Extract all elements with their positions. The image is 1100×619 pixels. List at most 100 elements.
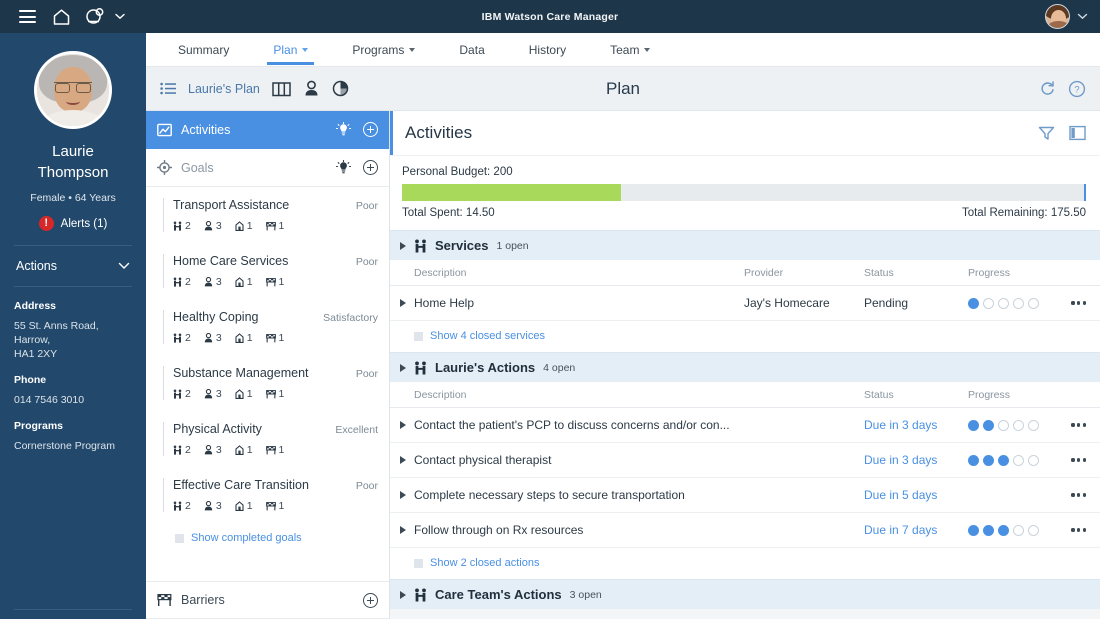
group-header-care-teams-actions[interactable]: Care Team's Actions 3 open	[390, 579, 1100, 609]
filter-icon[interactable]	[1038, 125, 1055, 142]
progress-dot[interactable]	[998, 524, 1009, 536]
row-menu-button[interactable]	[1060, 423, 1086, 427]
show-completed-goals-link[interactable]: Show completed goals	[146, 523, 389, 556]
progress-dot[interactable]	[1028, 419, 1039, 431]
status-badge[interactable]: Due in 3 days	[864, 453, 968, 467]
list-item[interactable]: Home Care Services Poor 2 3 1 1	[146, 243, 389, 299]
progress-dot[interactable]	[1028, 454, 1039, 466]
list-item[interactable]: Substance Management Poor 2 3 1 1	[146, 355, 389, 411]
people-group-icon	[414, 239, 427, 253]
tab-plan[interactable]: Plan	[251, 33, 330, 66]
refresh-icon[interactable]	[1039, 80, 1056, 97]
sidebar-item-activities[interactable]: Activities	[146, 111, 389, 149]
status-badge[interactable]: Due in 5 days	[864, 488, 968, 502]
progress-dot[interactable]	[983, 454, 994, 466]
progress-dot[interactable]	[1013, 419, 1024, 431]
tab-programs[interactable]: Programs	[330, 33, 437, 66]
add-barrier-button[interactable]	[363, 592, 378, 608]
add-activity-button[interactable]	[363, 122, 378, 137]
progress-dot[interactable]	[983, 297, 994, 309]
progress-dot[interactable]	[983, 524, 994, 536]
sidebar-item-goals[interactable]: Goals	[146, 149, 389, 187]
chevron-down-icon	[1077, 13, 1087, 20]
insight-bulb-icon[interactable]	[336, 160, 351, 175]
group-header-lauries-actions[interactable]: Laurie's Actions 4 open	[390, 352, 1100, 382]
app-switcher-caret-button[interactable]	[112, 0, 128, 33]
goal-count-services: 1	[235, 220, 253, 232]
status-badge[interactable]: Due in 3 days	[864, 418, 968, 432]
tab-team[interactable]: Team	[588, 33, 672, 66]
table-row[interactable]: Complete necessary steps to secure trans…	[390, 478, 1100, 513]
home-button[interactable]	[44, 0, 78, 33]
chevron-right-icon[interactable]	[400, 299, 406, 307]
progress-dots[interactable]	[968, 524, 1060, 536]
group-name: Care Team's Actions	[435, 587, 562, 602]
budget-progress-fill	[402, 184, 621, 201]
actions-dropdown[interactable]: Actions	[14, 246, 132, 286]
chevron-right-icon[interactable]	[400, 491, 406, 499]
plan-name-link[interactable]: Laurie's Plan	[188, 82, 260, 96]
client-name-first: Laurie	[52, 143, 94, 160]
chevron-right-icon[interactable]	[400, 456, 406, 464]
table-row[interactable]: Contact the patient's PCP to discuss con…	[390, 408, 1100, 443]
progress-dot[interactable]	[998, 297, 1009, 309]
list-item[interactable]: Transport Assistance Poor 2 3 1 1	[146, 187, 389, 243]
progress-dot[interactable]	[968, 454, 979, 466]
progress-dot[interactable]	[1013, 297, 1024, 309]
cell-progress	[968, 297, 1060, 309]
progress-dot[interactable]	[968, 297, 979, 309]
row-menu-button[interactable]	[1060, 493, 1086, 497]
progress-dot[interactable]	[1028, 524, 1039, 536]
user-menu-caret-button[interactable]	[1074, 0, 1090, 33]
progress-dot[interactable]	[968, 524, 979, 536]
show-closed-actions-link[interactable]: Show 2 closed actions	[390, 548, 1100, 579]
add-goal-button[interactable]	[363, 160, 378, 175]
list-item[interactable]: Effective Care Transition Poor 2 3 1 1	[146, 467, 389, 523]
group-header-services[interactable]: Services 1 open	[390, 230, 1100, 260]
row-menu-button[interactable]	[1060, 301, 1086, 305]
progress-dot[interactable]	[998, 454, 1009, 466]
side-panel-icon[interactable]	[1069, 125, 1086, 141]
table-row[interactable]: Contact physical therapist Due in 3 days	[390, 443, 1100, 478]
chevron-right-icon[interactable]	[400, 421, 406, 429]
goal-count-actions: 2	[173, 276, 191, 288]
table-row[interactable]: Home Help Jay's Homecare Pending	[390, 286, 1100, 321]
tab-data[interactable]: Data	[437, 33, 506, 66]
person-view-icon[interactable]	[303, 80, 320, 97]
sidebar-item-barriers[interactable]: Barriers	[146, 581, 389, 619]
care-manager-app-button[interactable]	[78, 0, 112, 33]
columns-view-icon[interactable]	[272, 81, 291, 97]
progress-dots[interactable]	[968, 419, 1060, 431]
progress-dot[interactable]	[1028, 297, 1039, 309]
show-closed-services-link[interactable]: Show 4 closed services	[390, 321, 1100, 352]
list-icon[interactable]	[160, 82, 176, 95]
progress-dot[interactable]	[1013, 524, 1024, 536]
hamburger-menu-button[interactable]	[10, 0, 44, 33]
chevron-right-icon[interactable]	[400, 526, 406, 534]
pie-chart-view-icon[interactable]	[332, 80, 349, 97]
progress-dot[interactable]	[968, 419, 979, 431]
list-item[interactable]: Healthy Coping Satisfactory 2 3 1 1	[146, 299, 389, 355]
client-name-last: Thompson	[37, 164, 109, 181]
progress-dot[interactable]	[1013, 454, 1024, 466]
list-item[interactable]: Physical Activity Excellent 2 3 1 1	[146, 411, 389, 467]
progress-dots[interactable]	[968, 297, 1060, 309]
tab-summary[interactable]: Summary	[156, 33, 251, 66]
row-menu-button[interactable]	[1060, 458, 1086, 462]
goal-status: Poor	[355, 368, 378, 380]
avatar[interactable]	[1045, 4, 1070, 29]
row-menu-button[interactable]	[1060, 528, 1086, 532]
main-content: Summary Plan Programs Data History Team …	[146, 33, 1100, 619]
help-icon[interactable]: ?	[1068, 80, 1086, 98]
status-badge[interactable]: Due in 7 days	[864, 523, 968, 537]
alerts-button[interactable]: ! Alerts (1)	[14, 216, 132, 231]
client-avatar[interactable]	[34, 51, 112, 129]
person-icon	[204, 389, 213, 399]
progress-dot[interactable]	[998, 419, 1009, 431]
tab-history[interactable]: History	[507, 33, 588, 66]
table-row[interactable]: Follow through on Rx resources Due in 7 …	[390, 513, 1100, 548]
insight-bulb-icon[interactable]	[336, 122, 351, 137]
progress-dot[interactable]	[983, 419, 994, 431]
progress-dots[interactable]	[968, 454, 1060, 466]
cell-description: Contact the patient's PCP to discuss con…	[414, 418, 730, 432]
